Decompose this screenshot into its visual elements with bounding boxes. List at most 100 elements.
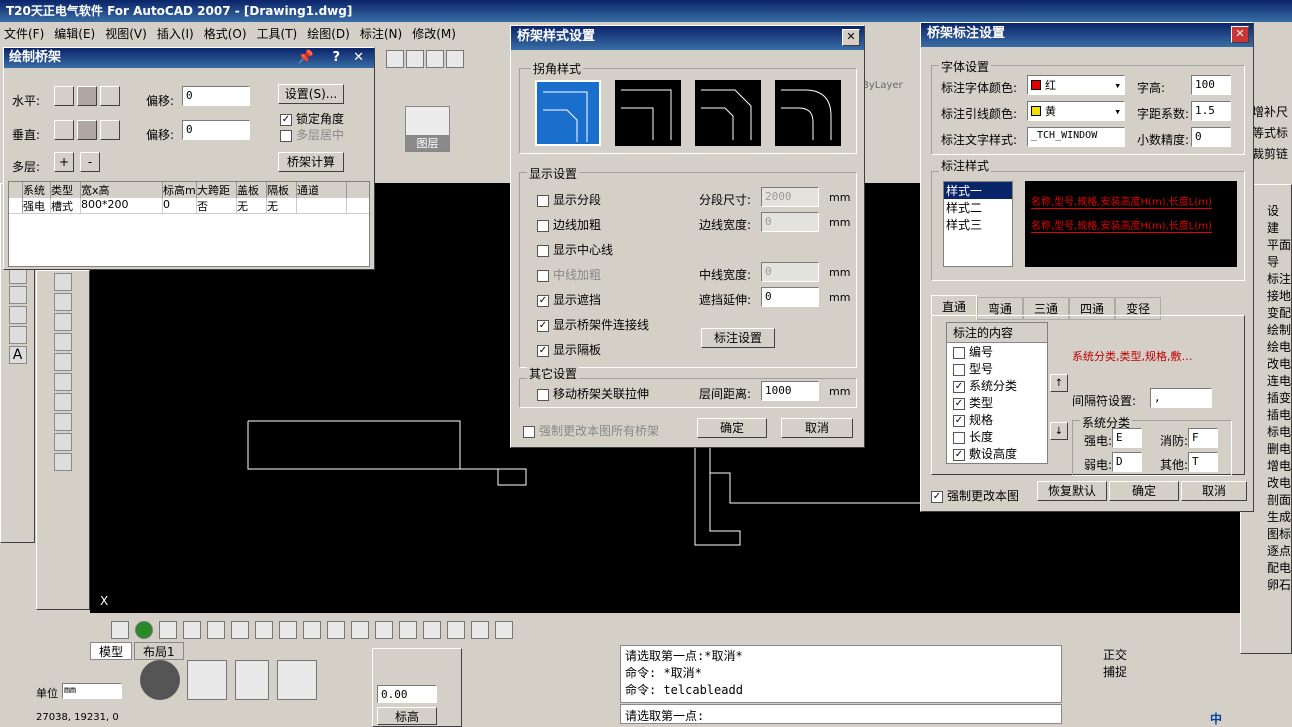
offset-v-input[interactable]: 0 [182, 120, 250, 140]
right-item[interactable]: 插电 [1267, 407, 1291, 424]
h-opt-left-icon[interactable] [54, 86, 74, 106]
lock-angle-checkbox[interactable]: ✓ [280, 113, 292, 126]
camera-icon[interactable] [54, 453, 72, 471]
right-item[interactable]: 绘电 [1267, 339, 1291, 356]
zoom-previous-icon[interactable] [446, 50, 464, 68]
ime-indicator[interactable]: 中 [1210, 710, 1230, 727]
help-icon[interactable]: ? [332, 50, 340, 66]
content-item[interactable]: 型号 [947, 360, 1047, 377]
height-input[interactable]: 100 [1191, 75, 1231, 95]
dim-icon[interactable] [447, 621, 465, 639]
item-checkbox[interactable]: ✓ [953, 414, 965, 427]
item-checkbox[interactable] [953, 346, 965, 359]
zoom-icon[interactable] [406, 50, 424, 68]
right-item[interactable]: 增电 [1267, 458, 1291, 475]
bold-center-row[interactable]: 中线加粗 [537, 266, 601, 283]
line-icon[interactable] [54, 373, 72, 391]
xy-ab-icon[interactable] [277, 660, 317, 700]
zoom-window-icon[interactable] [426, 50, 444, 68]
wall-icon[interactable] [54, 353, 72, 371]
offset-h-input[interactable]: 0 [182, 86, 250, 106]
segment-size-input[interactable]: 2000 [761, 187, 819, 207]
close-icon[interactable]: ✕ [842, 29, 860, 46]
ok-button[interactable]: 确定 [697, 418, 767, 438]
rectangle-icon[interactable] [54, 273, 72, 291]
h-opt-right-icon[interactable] [100, 86, 120, 106]
force-change-row[interactable]: 强制更改本图所有桥架 [523, 422, 659, 439]
show-mask-row[interactable]: ✓ 显示遮挡 [537, 291, 601, 308]
dim-icon[interactable] [351, 621, 369, 639]
show-partition-row[interactable]: ✓ 显示隔板 [537, 341, 601, 358]
copy-icon[interactable] [54, 293, 72, 311]
right-item[interactable]: 改电 [1267, 356, 1291, 373]
force-row[interactable]: ✓ 强制更改本图 [931, 487, 1019, 504]
content-item[interactable]: ✓ 敷设高度 [947, 445, 1047, 462]
style-list[interactable]: 样式一 样式二 样式三 [943, 181, 1013, 267]
add-layer-button[interactable]: + [54, 152, 74, 172]
content-item[interactable]: ✓ 规格 [947, 411, 1047, 428]
right-item[interactable]: 连电 [1267, 373, 1291, 390]
polygon-icon[interactable] [54, 393, 72, 411]
close-icon[interactable]: ✕ [353, 50, 364, 66]
right-item[interactable]: 图标 [1267, 526, 1291, 543]
item-checkbox[interactable]: ✓ [953, 397, 965, 410]
bylayer-field[interactable]: ByLayer [862, 80, 922, 96]
right-item[interactable]: 标注 [1267, 271, 1291, 288]
region-icon[interactable] [8, 306, 27, 324]
menu-view[interactable]: 视图(V) [105, 25, 147, 42]
move-stretch-checkbox[interactable] [537, 388, 549, 401]
show-partition-checkbox[interactable]: ✓ [537, 344, 549, 357]
item-checkbox[interactable]: ✓ [953, 448, 965, 461]
unit-select[interactable]: mm [62, 683, 122, 699]
right-item[interactable]: 逐点 [1267, 543, 1291, 560]
force-change-checkbox[interactable] [523, 425, 535, 438]
right-item[interactable]: 建 [1267, 220, 1291, 237]
dim-icon[interactable] [183, 621, 201, 639]
elevation-value[interactable]: 0.00 [377, 685, 437, 703]
right-item[interactable]: 接地 [1267, 288, 1291, 305]
dim-icon[interactable] [231, 621, 249, 639]
item-checkbox[interactable]: ✓ [953, 380, 965, 393]
force-checkbox[interactable]: ✓ [931, 490, 943, 503]
strong-input[interactable]: E [1112, 428, 1142, 448]
printer-icon[interactable] [470, 106, 510, 146]
pan-icon[interactable] [386, 50, 404, 68]
dim-icon[interactable] [471, 621, 489, 639]
move-up-button[interactable]: ↑ [1050, 374, 1068, 392]
tab-model[interactable]: 模型 [90, 642, 133, 660]
show-center-row[interactable]: 显示中心线 [537, 241, 613, 258]
menu-file[interactable]: 文件(F) [4, 25, 44, 42]
right-item[interactable]: 插变 [1267, 390, 1291, 407]
ellipse-icon[interactable] [54, 433, 72, 451]
content-item[interactable]: ✓ 类型 [947, 394, 1047, 411]
print-icon[interactable] [187, 660, 227, 700]
separator-select[interactable]: , [1150, 388, 1212, 408]
hatch-icon[interactable] [8, 286, 27, 304]
spline-icon[interactable] [54, 413, 72, 431]
ortho-toggle[interactable]: 正交 [1103, 646, 1165, 663]
menu-draw[interactable]: 绘图(D) [307, 25, 350, 42]
right-item[interactable]: 删电 [1267, 441, 1291, 458]
right-item[interactable]: 导 [1267, 254, 1291, 271]
multi-center-checkbox[interactable] [280, 129, 292, 142]
move-stretch-row[interactable]: 移动桥架关联拉伸 [537, 385, 649, 402]
text-icon[interactable]: A [8, 346, 27, 364]
h-opt-center-icon[interactable] [77, 86, 97, 106]
font-color-select[interactable]: 红 ▾ [1027, 75, 1125, 95]
label-settings-button[interactable]: 标注设置 [701, 328, 775, 348]
xy-icon[interactable] [235, 660, 269, 700]
menu-tools[interactable]: 工具(T) [257, 25, 298, 42]
content-item[interactable]: 编号 [947, 343, 1047, 360]
list-item[interactable]: 样式二 [944, 199, 1012, 216]
show-connector-row[interactable]: ✓ 显示桥架件连接线 [537, 316, 649, 333]
table-icon[interactable] [8, 326, 27, 344]
dim-icon[interactable] [279, 621, 297, 639]
spacing-input[interactable]: 1.5 [1191, 101, 1231, 121]
table-row[interactable]: 强电 槽式 800*200 0 否 无 无 [9, 198, 369, 214]
menu-format[interactable]: 格式(O) [204, 25, 247, 42]
weak-input[interactable]: D [1112, 452, 1142, 472]
content-item[interactable]: ✓ 系统分类 [947, 377, 1047, 394]
menu-modify[interactable]: 修改(M) [412, 25, 456, 42]
corner-style-round-icon[interactable] [775, 80, 841, 146]
corner-style-square-icon[interactable] [615, 80, 681, 146]
